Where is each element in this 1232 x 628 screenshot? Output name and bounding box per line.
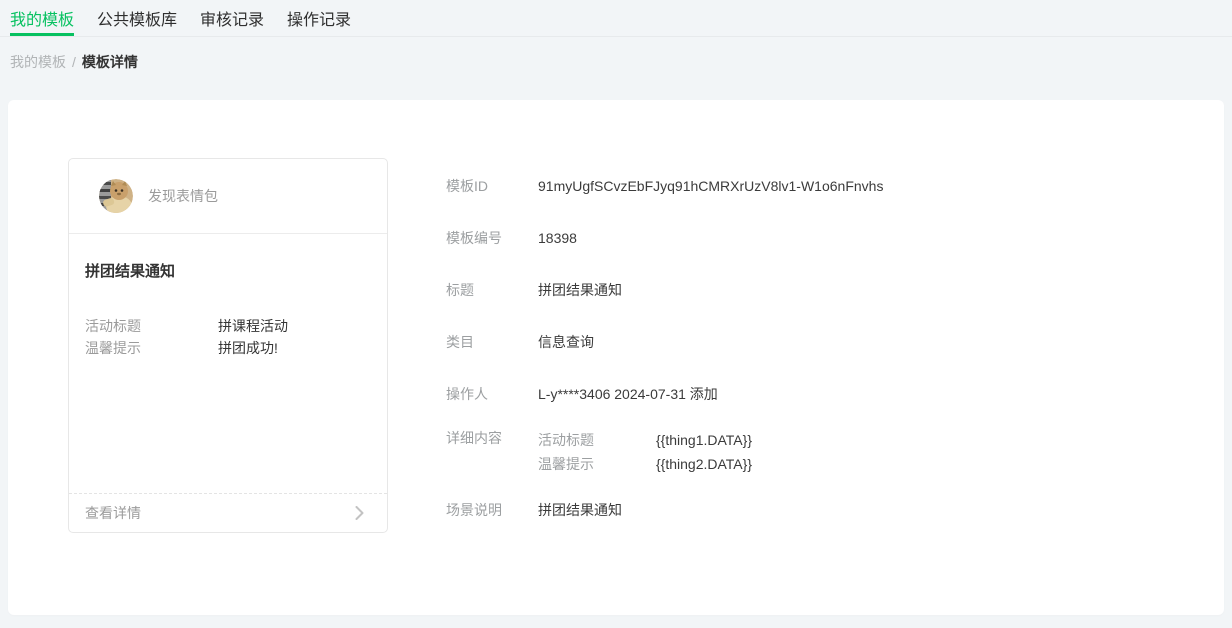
top-tab-bar: 我的模板 公共模板库 审核记录 操作记录 xyxy=(0,0,1232,37)
preview-message-title: 拼团结果通知 xyxy=(85,260,371,281)
content-item: 活动标题 {{thing1.DATA}} xyxy=(538,428,752,452)
detail-label: 类目 xyxy=(446,332,538,352)
preview-field-label: 活动标题 xyxy=(85,315,218,337)
template-preview-card: 发现表情包 拼团结果通知 活动标题 拼课程活动 温馨提示 拼团成功! 查看详情 xyxy=(68,158,388,533)
tab-review-records[interactable]: 审核记录 xyxy=(200,0,264,36)
detail-label: 详细内容 xyxy=(446,428,538,476)
cat-avatar-icon xyxy=(99,179,133,213)
breadcrumb-separator: / xyxy=(72,52,76,72)
content-item-value: {{thing1.DATA}} xyxy=(656,428,752,452)
detail-value-title: 拼团结果通知 xyxy=(538,280,622,300)
tab-public-template-library[interactable]: 公共模板库 xyxy=(97,0,177,36)
detail-value-template-id: 91myUgfSCvzEbFJyq91hCMRXrUzV8lv1-W1o6nFn… xyxy=(538,176,883,196)
detail-row-scene: 场景说明 拼团结果通知 xyxy=(446,500,622,520)
content-item: 温馨提示 {{thing2.DATA}} xyxy=(538,452,752,476)
detail-row-category: 类目 信息查询 xyxy=(446,332,594,352)
detail-value-operator: L-y****3406 2024-07-31 添加 xyxy=(538,384,718,404)
detail-row-template-id: 模板ID 91myUgfSCvzEbFJyq91hCMRXrUzV8lv1-W1… xyxy=(446,176,883,196)
template-detail-page: 我的模板 公共模板库 审核记录 操作记录 我的模板 / 模板详情 xyxy=(0,0,1232,628)
account-name: 发现表情包 xyxy=(148,186,218,206)
template-detail-panel: 发现表情包 拼团结果通知 活动标题 拼课程活动 温馨提示 拼团成功! 查看详情 xyxy=(8,100,1224,615)
detail-label: 模板编号 xyxy=(446,228,538,248)
preview-field-value: 拼课程活动 xyxy=(218,315,288,337)
preview-card-body: 拼团结果通知 活动标题 拼课程活动 温馨提示 拼团成功! xyxy=(69,234,387,493)
preview-field-label: 温馨提示 xyxy=(85,337,218,359)
content-item-key: 温馨提示 xyxy=(538,452,656,476)
breadcrumb-parent[interactable]: 我的模板 xyxy=(10,52,66,72)
content-item-value: {{thing2.DATA}} xyxy=(656,452,752,476)
detail-label: 操作人 xyxy=(446,384,538,404)
detail-value-scene: 拼团结果通知 xyxy=(538,500,622,520)
detail-row-operator: 操作人 L-y****3406 2024-07-31 添加 xyxy=(446,384,718,404)
preview-field-row: 温馨提示 拼团成功! xyxy=(85,337,371,359)
tab-operation-records[interactable]: 操作记录 xyxy=(287,0,351,36)
preview-card-header: 发现表情包 xyxy=(69,159,387,234)
detail-value-category: 信息查询 xyxy=(538,332,594,352)
detail-value-template-number: 18398 xyxy=(538,228,577,248)
detail-label: 场景说明 xyxy=(446,500,538,520)
tab-my-templates[interactable]: 我的模板 xyxy=(10,0,74,36)
view-details-link[interactable]: 查看详情 xyxy=(69,493,387,532)
chevron-right-icon xyxy=(355,506,364,520)
detail-row-title: 标题 拼团结果通知 xyxy=(446,280,622,300)
detail-label: 模板ID xyxy=(446,176,538,196)
detail-content-items: 活动标题 {{thing1.DATA}} 温馨提示 {{thing2.DATA}… xyxy=(538,428,752,476)
breadcrumb-current: 模板详情 xyxy=(82,52,138,72)
account-avatar xyxy=(99,179,133,213)
detail-row-content: 详细内容 活动标题 {{thing1.DATA}} 温馨提示 {{thing2.… xyxy=(446,428,752,476)
preview-field-list: 活动标题 拼课程活动 温馨提示 拼团成功! xyxy=(85,315,371,359)
breadcrumb: 我的模板 / 模板详情 xyxy=(10,52,138,72)
view-details-label: 查看详情 xyxy=(85,503,141,523)
content-item-key: 活动标题 xyxy=(538,428,656,452)
preview-field-value: 拼团成功! xyxy=(218,337,278,359)
detail-row-template-number: 模板编号 18398 xyxy=(446,228,577,248)
preview-field-row: 活动标题 拼课程活动 xyxy=(85,315,371,337)
detail-label: 标题 xyxy=(446,280,538,300)
